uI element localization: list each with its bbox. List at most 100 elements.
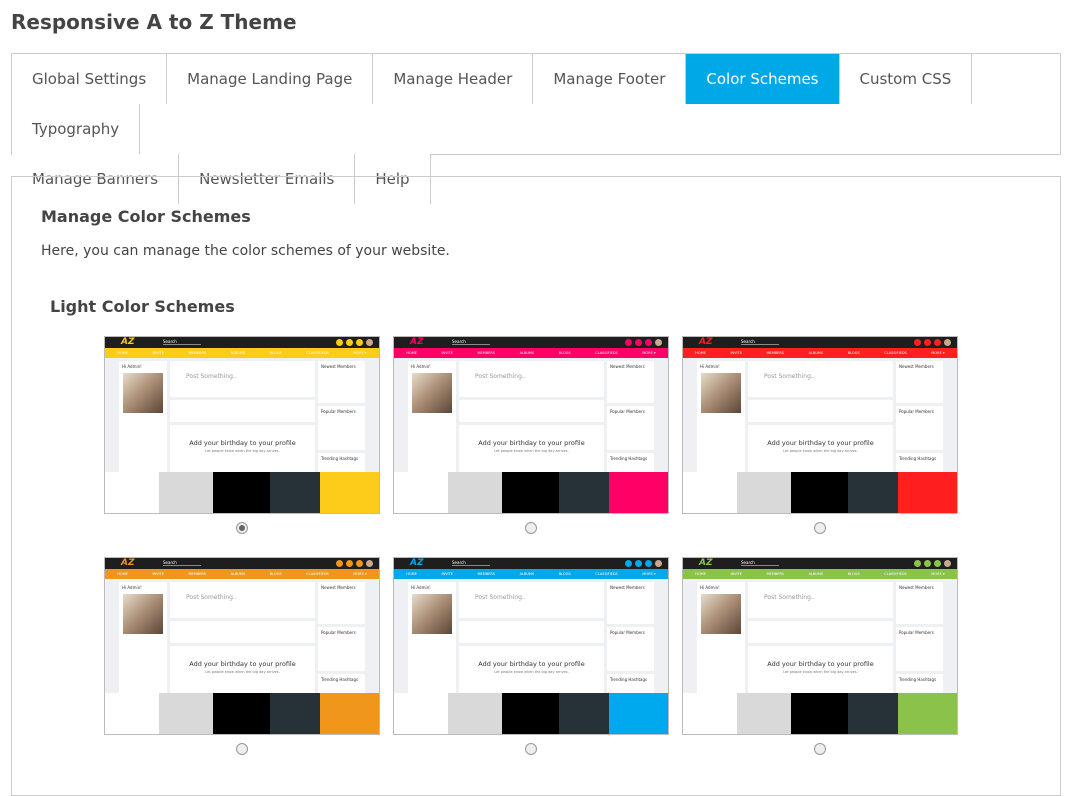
preview-greeting: Hi Admin!	[122, 364, 142, 369]
preview-nav-item: MORE ▾	[642, 572, 656, 576]
preview-search: Search	[741, 560, 779, 566]
preview-nav-item: CLASSIFIEDS	[884, 351, 907, 355]
preview-popular-title: Popular Members	[899, 409, 934, 414]
scheme-preview-thumbnail[interactable]: AZ Search HOME INVITE MEMBERS ALBUMS BLOGS CLAS…	[682, 336, 958, 514]
color-swatch	[609, 472, 668, 513]
color-swatch	[158, 472, 214, 513]
color-swatch	[447, 693, 503, 734]
preview-profile-photo	[123, 373, 163, 413]
preview-trending-title: Trending Hashtags	[899, 677, 937, 682]
preview-logo: AZ	[121, 337, 135, 347]
preview-add-friends	[459, 400, 604, 422]
preview-popular-title: Popular Members	[321, 630, 356, 635]
scheme-radio-button[interactable]	[814, 743, 826, 755]
preview-composer: Post Something..	[170, 361, 315, 397]
preview-trending-title: Trending Hashtags	[321, 456, 359, 461]
color-scheme-option: AZ Search HOME INVITE MEMBERS ALBUMS BLOGS CLAS…	[104, 336, 380, 534]
preview-nav-item: INVITE	[730, 572, 742, 576]
notification-icon	[336, 560, 343, 567]
color-swatch	[394, 472, 448, 513]
preview-search: Search	[163, 339, 201, 345]
preview-nav-item: INVITE	[730, 351, 742, 355]
color-swatches	[683, 693, 957, 734]
preview-birthday-subtitle: Let people know when the big day arrives…	[205, 449, 280, 453]
avatar	[366, 339, 373, 346]
preview-newest-title: Newest Members	[610, 364, 645, 369]
tab-manage-header[interactable]: Manage Header	[373, 54, 534, 104]
preview-newest-title: Newest Members	[899, 585, 934, 590]
color-swatch	[320, 472, 379, 513]
preview-nav-item: INVITE	[152, 351, 164, 355]
preview-search: Search	[163, 560, 201, 566]
color-swatch	[502, 693, 559, 734]
tab-custom-css[interactable]: Custom CSS	[839, 54, 973, 104]
preview-birthday-subtitle: Let people know when the big day arrives…	[494, 670, 569, 674]
scheme-preview-thumbnail[interactable]: AZ Search HOME INVITE MEMBERS ALBUMS BLOGS CLAS…	[393, 336, 669, 514]
tab-color-schemes[interactable]: Color Schemes	[686, 54, 840, 104]
tab-global-settings[interactable]: Global Settings	[12, 54, 168, 104]
preview-nav-item: MORE ▾	[353, 572, 367, 576]
color-swatch	[847, 693, 899, 734]
preview-newest-members: Newest Members	[607, 361, 654, 403]
preview-newest-members: Newest Members	[896, 582, 943, 624]
preview-nav-item: INVITE	[441, 351, 453, 355]
preview-nav-item: INVITE	[441, 572, 453, 576]
color-scheme-option: AZ Search HOME INVITE MEMBERS ALBUMS BLOGS CLAS…	[393, 557, 669, 755]
preview-nav: HOME INVITE MEMBERS ALBUMS BLOGS CLASSIFIEDS M…	[394, 348, 668, 358]
preview-popular-members: Popular Members	[318, 406, 365, 450]
preview-popular-members: Popular Members	[607, 406, 654, 450]
notification-icon	[934, 560, 941, 567]
scheme-radio-button[interactable]	[525, 743, 537, 755]
preview-nav-item: ALBUMS	[808, 351, 824, 355]
preview-nav-item: CLASSIFIEDS	[306, 351, 329, 355]
preview-nav-item: MORE ▾	[931, 572, 945, 576]
preview-nav-item: MORE ▾	[931, 351, 945, 355]
preview-nav: HOME INVITE MEMBERS ALBUMS BLOGS CLASSIFIEDS M…	[105, 569, 379, 579]
scheme-preview-thumbnail[interactable]: AZ Search HOME INVITE MEMBERS ALBUMS BLOGS CLAS…	[104, 336, 380, 514]
preview-topbar: AZ Search	[683, 337, 957, 348]
preview-post-placeholder: Post Something..	[764, 373, 815, 380]
preview-left-column: Hi Admin!	[697, 361, 745, 481]
preview-topbar: AZ Search	[394, 558, 668, 569]
scheme-preview-thumbnail[interactable]: AZ Search HOME INVITE MEMBERS ALBUMS BLOGS CLAS…	[682, 557, 958, 735]
scheme-preview-thumbnail[interactable]: AZ Search HOME INVITE MEMBERS ALBUMS BLOGS CLAS…	[393, 557, 669, 735]
preview-greeting: Hi Admin!	[122, 585, 142, 590]
notification-icon	[914, 560, 921, 567]
preview-profile-photo	[701, 373, 741, 413]
avatar	[944, 560, 951, 567]
scheme-radio-button[interactable]	[525, 522, 537, 534]
color-swatch	[158, 693, 214, 734]
preview-topbar: AZ Search	[683, 558, 957, 569]
preview-topbar: AZ Search	[394, 337, 668, 348]
notification-icon	[635, 560, 642, 567]
tab-typography[interactable]: Typography	[12, 104, 141, 154]
tab-bar: Global Settings Manage Landing Page Manage…	[11, 53, 1061, 204]
tab-manage-landing-page[interactable]: Manage Landing Page	[167, 54, 374, 104]
preview-trending-title: Trending Hashtags	[610, 456, 648, 461]
preview-greeting: Hi Admin!	[700, 364, 720, 369]
tab-manage-footer[interactable]: Manage Footer	[533, 54, 687, 104]
scheme-radio-button[interactable]	[236, 743, 248, 755]
scheme-radio-button[interactable]	[236, 522, 248, 534]
preview-newest-members: Newest Members	[896, 361, 943, 403]
scheme-preview-thumbnail[interactable]: AZ Search HOME INVITE MEMBERS ALBUMS BLOGS CLAS…	[104, 557, 380, 735]
color-swatches	[683, 472, 957, 513]
preview-profile-photo	[412, 373, 452, 413]
scheme-radio-button[interactable]	[814, 522, 826, 534]
notification-icon	[914, 339, 921, 346]
preview-trending-title: Trending Hashtags	[899, 456, 937, 461]
preview-nav-item: ALBUMS	[230, 572, 246, 576]
color-swatch	[736, 693, 792, 734]
preview-newest-members: Newest Members	[318, 582, 365, 624]
preview-popular-members: Popular Members	[896, 406, 943, 450]
notification-icon	[934, 339, 941, 346]
color-swatch	[791, 472, 848, 513]
preview-logo: AZ	[699, 558, 713, 568]
color-swatches	[105, 472, 379, 513]
notification-icon	[625, 560, 632, 567]
preview-nav-item: MORE ▾	[353, 351, 367, 355]
preview-birthday-title: Add your birthday to your profile	[478, 439, 585, 447]
color-swatch	[898, 472, 957, 513]
preview-nav-item: BLOGS	[269, 572, 282, 576]
preview-add-friends	[170, 400, 315, 422]
